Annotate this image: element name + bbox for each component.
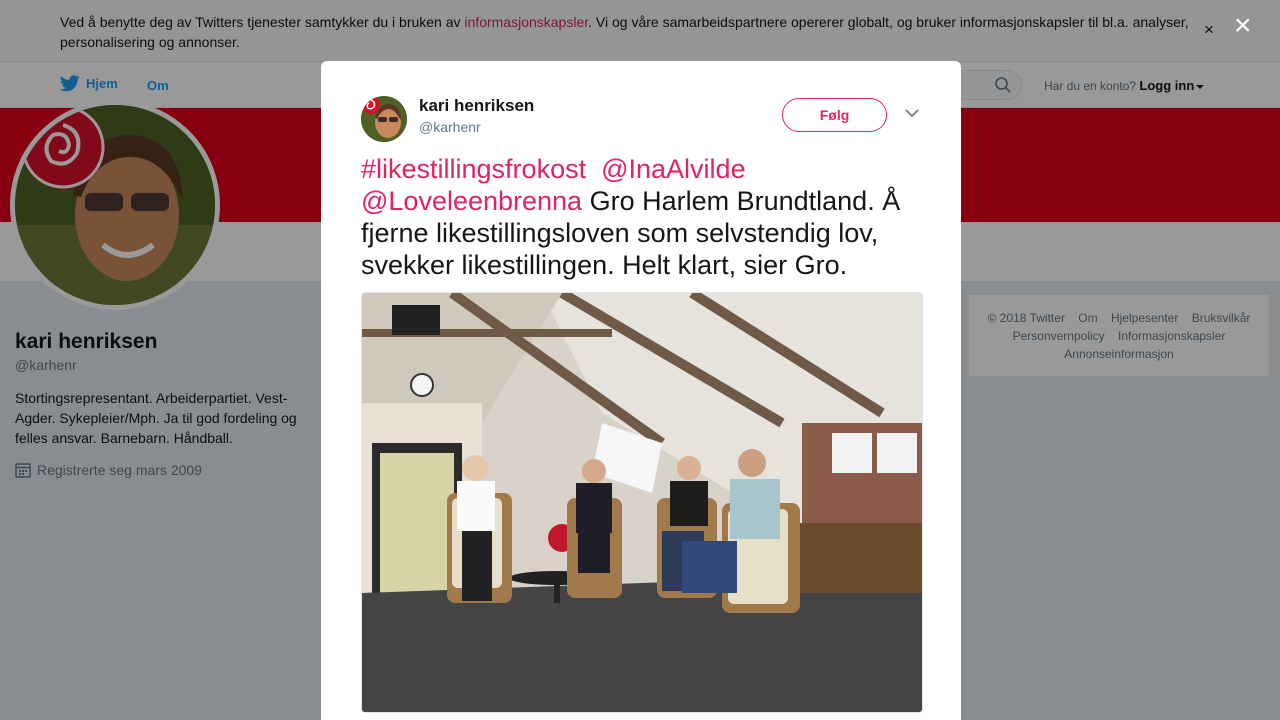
mention-link[interactable]: @InaAlvilde [601,154,745,184]
close-icon[interactable]: × [1234,11,1252,41]
tweet-author-handle[interactable]: @karhenr [419,119,481,135]
mention-link[interactable]: @Loveleenbrenna [361,186,582,216]
tweet-photo[interactable] [361,292,923,713]
tweet-text: #likestillingsfrokost @InaAlvilde @Lovel… [361,153,926,281]
tweet-author-name[interactable]: kari henriksen [419,96,534,116]
tweet-modal: kari henriksen @karhenr Følg #likestilli… [321,61,961,720]
tweet-photo-image [362,293,922,712]
tweet-avatar-image [361,96,407,142]
hashtag-link[interactable]: #likestillingsfrokost [361,154,586,184]
chevron-down-icon[interactable] [905,108,919,118]
tweet-avatar[interactable] [361,96,407,142]
follow-button[interactable]: Følg [782,98,887,132]
